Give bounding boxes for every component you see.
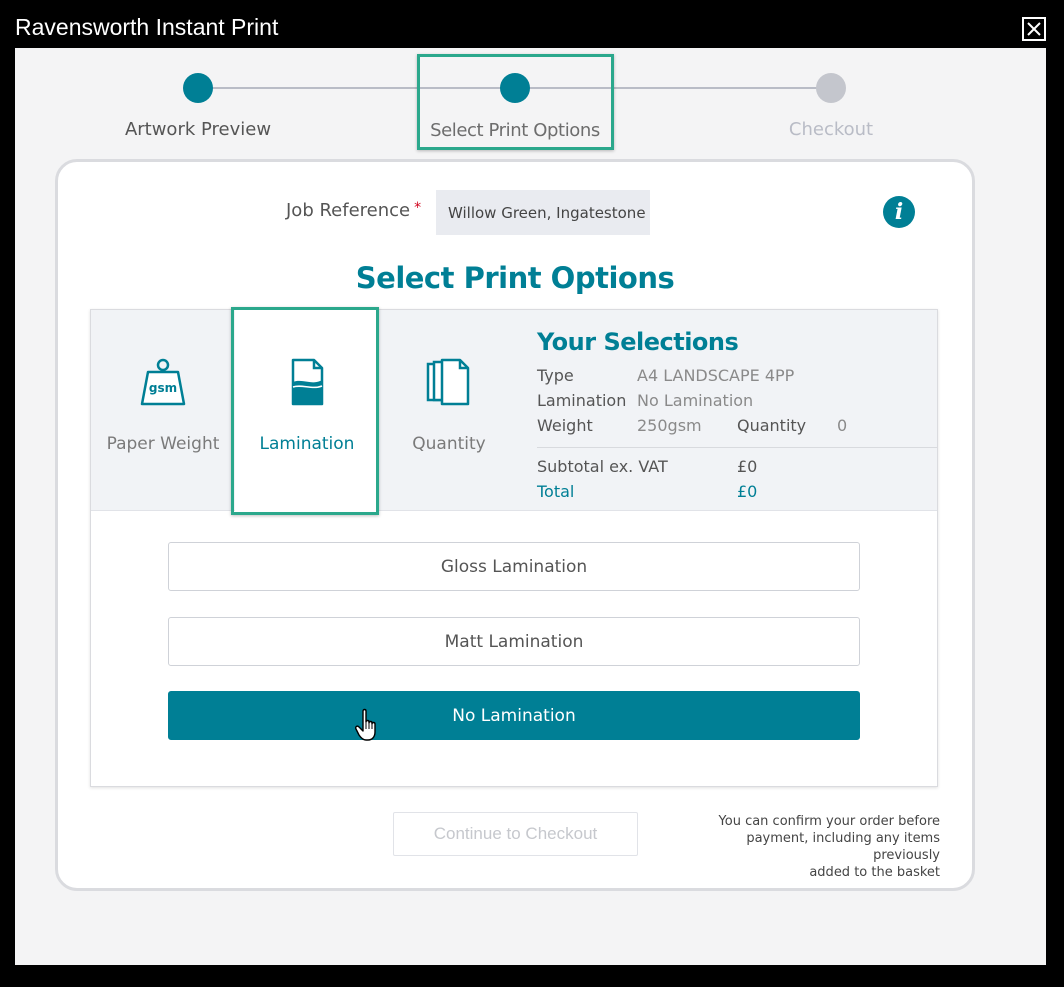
continue-to-checkout-button[interactable]: Continue to Checkout xyxy=(393,812,638,856)
quantity-value: 0 xyxy=(837,416,848,435)
dialog-content: Artwork Preview Select Print Options Che… xyxy=(15,48,1046,965)
gloss-lamination-button[interactable]: Gloss Lamination xyxy=(168,542,860,591)
step-label-checkout: Checkout xyxy=(788,119,874,140)
section-title: Select Print Options xyxy=(355,261,675,295)
hand-cursor-icon xyxy=(355,708,376,741)
required-marker: * xyxy=(414,200,422,216)
lamination-value: No Lamination xyxy=(637,391,754,410)
total-value: £0 xyxy=(737,482,758,501)
type-label: Type xyxy=(537,366,574,385)
tab-paper-weight[interactable]: gsm Paper Weight xyxy=(91,310,235,511)
tab-paper-weight-label: Paper Weight xyxy=(106,434,220,454)
step-highlight-box xyxy=(417,54,614,150)
info-icon[interactable]: i xyxy=(883,196,915,228)
job-reference-input[interactable]: Willow Green, Ingatestone xyxy=(436,190,650,235)
job-reference-label: Job Reference * xyxy=(286,200,422,221)
tab-highlight-box xyxy=(231,307,379,515)
weight-value: 250gsm xyxy=(637,416,702,435)
close-button[interactable] xyxy=(1022,17,1046,41)
options-header: gsm Paper Weight Lamination Quantity You… xyxy=(91,310,937,511)
matt-lamination-button[interactable]: Matt Lamination xyxy=(168,617,860,666)
window-title: Ravensworth Instant Print xyxy=(15,14,279,40)
selections-title: Your Selections xyxy=(537,328,739,356)
subtotal-value: £0 xyxy=(737,457,758,476)
total-label: Total xyxy=(537,482,575,501)
no-lamination-button[interactable]: No Lamination xyxy=(168,691,860,740)
subtotal-label: Subtotal ex. VAT xyxy=(537,457,668,476)
gsm-weight-icon: gsm xyxy=(140,358,186,406)
quantity-label: Quantity xyxy=(737,416,807,435)
tab-quantity-label: Quantity xyxy=(412,434,486,454)
step-label-artwork-preview[interactable]: Artwork Preview xyxy=(125,119,271,140)
step-dot-checkout xyxy=(816,73,846,103)
title-bar: Ravensworth Instant Print xyxy=(0,0,1064,48)
instant-print-window: Ravensworth Instant Print Artwork Previe… xyxy=(0,0,1064,987)
weight-label: Weight xyxy=(537,416,593,435)
svg-text:gsm: gsm xyxy=(149,381,177,395)
confirm-order-note: You can confirm your order before paymen… xyxy=(718,814,940,880)
step-dot-artwork-preview[interactable] xyxy=(183,73,213,103)
selections-divider xyxy=(537,447,937,448)
print-options-panel: gsm Paper Weight Lamination Quantity You… xyxy=(90,309,938,787)
stacked-pages-icon xyxy=(426,358,470,406)
tab-quantity[interactable]: Quantity xyxy=(377,310,521,511)
lamination-label: Lamination xyxy=(537,391,627,410)
close-icon xyxy=(1027,22,1041,36)
type-value: A4 LANDSCAPE 4PP xyxy=(637,366,795,385)
